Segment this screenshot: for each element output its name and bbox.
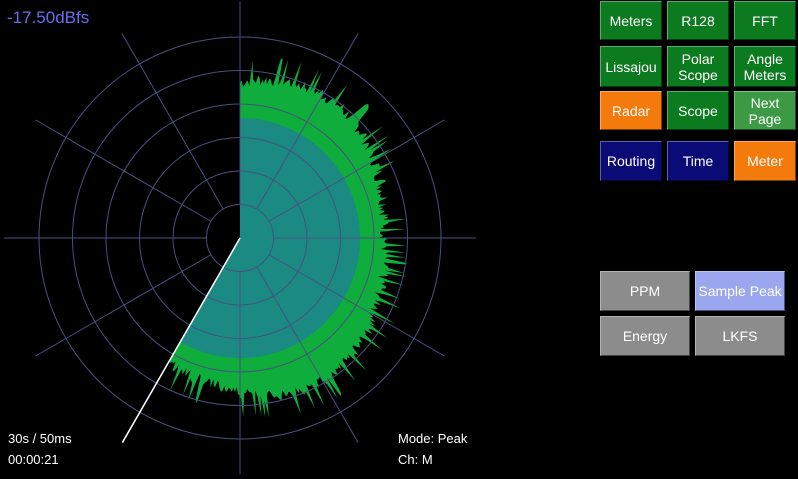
- routing-button[interactable]: Routing: [600, 141, 662, 181]
- next-page-button[interactable]: Next Page: [734, 91, 796, 130]
- angle-meters-button[interactable]: Angle Meters: [734, 46, 796, 87]
- ppm-button[interactable]: PPM: [600, 271, 690, 311]
- radar-display: [4, 2, 476, 474]
- time-info: 30s / 50ms 00:00:21: [8, 428, 72, 470]
- scope-button[interactable]: Scope: [667, 91, 729, 130]
- meters-button[interactable]: Meters: [600, 1, 662, 40]
- time-button[interactable]: Time: [667, 141, 729, 181]
- mode-label: Mode: Peak: [398, 431, 468, 446]
- radar-spoke: [121, 33, 224, 210]
- energy-button[interactable]: Energy: [600, 316, 690, 356]
- sample-peak-button[interactable]: Sample Peak: [695, 271, 785, 311]
- lkfs-button[interactable]: LKFS: [695, 316, 785, 356]
- mode-info: Mode: Peak Ch: M: [398, 428, 467, 470]
- channel-label: Ch: M: [398, 452, 433, 467]
- level-readout: -17.50dBfs: [7, 8, 90, 27]
- radar-spoke: [35, 119, 212, 222]
- lissajou-button[interactable]: Lissajou: [600, 46, 662, 87]
- meter-button[interactable]: Meter: [734, 141, 796, 181]
- fft-button[interactable]: FFT: [734, 1, 796, 40]
- radar-button[interactable]: Radar: [600, 91, 662, 130]
- polar-scope-button[interactable]: Polar Scope: [667, 46, 729, 87]
- elapsed-time: 00:00:21: [8, 452, 59, 467]
- timebase-label: 30s / 50ms: [8, 431, 72, 446]
- r128-button[interactable]: R128: [667, 1, 729, 40]
